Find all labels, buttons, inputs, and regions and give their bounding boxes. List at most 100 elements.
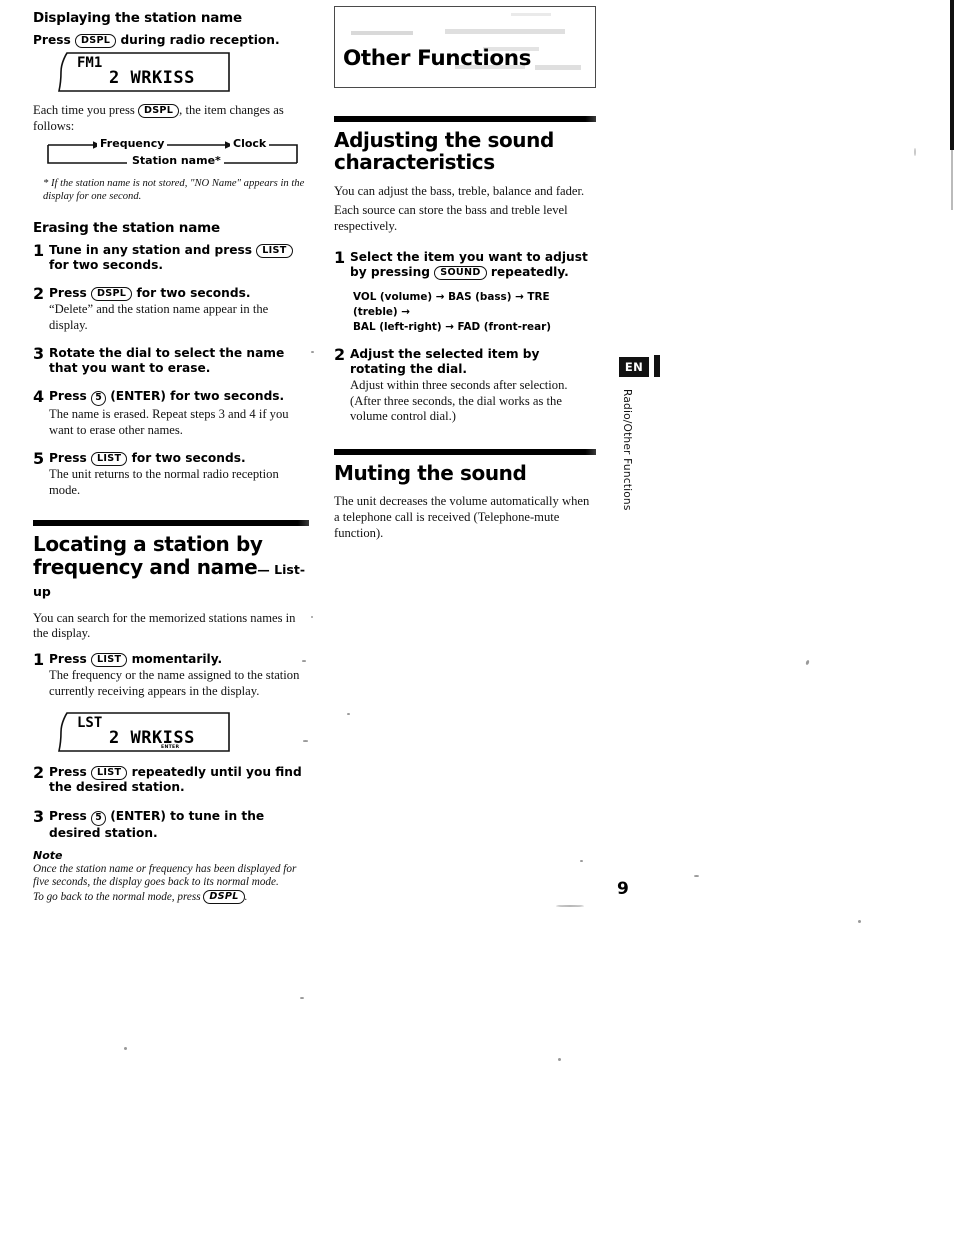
step-number: 4 [33,387,45,407]
sound-item-sequence: VOL (volume) → BAS (bass) → TRE (treble)… [353,290,596,335]
dspl-key-button[interactable]: DSPL [203,890,245,905]
step-detail: “Delete” and the station name appear in … [49,302,269,332]
step-number: 1 [33,240,45,260]
scan-speck [535,65,581,70]
scan-dust [303,740,308,742]
step-lead-pre: Press [49,765,87,780]
step-erase-3: 3 Rotate the dial to select the name tha… [33,344,309,376]
dspl-key-button[interactable]: DSPL [74,34,117,48]
lcd-display-fm1: FM1 2 WRKISS [55,52,231,93]
language-side-tab: EN Radio/Other Functions [619,355,660,511]
flow-label-frequency: Frequency [97,136,168,150]
note-heading: Note [33,848,63,862]
step-detail: The unit returns to the normal radio rec… [49,467,279,497]
instruction-press-dspl: Press DSPL during radio reception. [33,33,309,48]
step-sound-1: 1 Select the item you want to adjust by … [334,248,596,281]
step-lead-pre: Press [49,389,87,404]
step-number: 3 [33,344,45,364]
dspl-key-button[interactable]: DSPL [90,286,133,301]
step-erase-4: 4 Press 5 (ENTER) for two seconds. The n… [33,387,309,438]
lcd-mode-label: LST [77,715,103,732]
instruction-post-text: during radio reception. [120,33,280,47]
dspl-key-button-2[interactable]: DSPL [137,104,180,119]
scan-dust [311,351,314,353]
lcd-main-text: 2 WRKISS [109,68,195,89]
sound-intro-line-2: Each source can store the bass and trebl… [334,202,568,233]
scan-edge-artifact [950,0,954,150]
enter-number-key-button[interactable]: 5 [90,391,106,407]
note-line-3-post: . [244,891,248,904]
step-lead-pre: Press [49,285,87,300]
heading-line-1: Locating a station by [33,532,263,557]
manual-page: Displaying the station name Press DSPL d… [0,0,954,1233]
list-key-button[interactable]: LIST [256,243,293,258]
step-detail: Adjust within three seconds after select… [350,378,568,424]
scan-dust [124,1047,127,1050]
chapter-banner-other-functions: Other Functions [334,6,596,88]
footnote-no-name: * If the station name is not stored, "NO… [43,177,305,202]
sound-intro-line-1: You can adjust the bass, treble, balance… [334,183,585,198]
heading-erasing-station-name: Erasing the station name [33,219,220,236]
step-lead-post: for two seconds. [136,285,251,300]
muting-body-text: The unit decreases the volume automatica… [334,493,590,540]
heading-displaying-station-name: Displaying the station name [33,10,242,26]
section-divider-rule [334,448,596,455]
scan-dust [694,875,699,877]
scan-speck [351,31,413,35]
chapter-title: Other Functions [343,46,532,71]
step-number: 2 [33,763,45,783]
list-key-button[interactable]: LIST [90,766,128,781]
step-number: 2 [33,283,45,303]
scan-dust [914,148,916,156]
display-cycle-flow-diagram: Frequency Clock Station name* [45,136,303,173]
scan-dust [805,659,810,666]
scan-dust [580,860,583,862]
scan-dust [302,660,306,662]
heading-adjusting-sound: Adjusting the sound characteristics [334,129,596,174]
lcd-band-label: FM1 [77,55,103,72]
heading-line-2: frequency and name [33,554,258,579]
step-lead-pre: Adjust the selected item by rotating the… [350,346,540,376]
list-key-button[interactable]: LIST [90,653,128,668]
scan-speck [511,13,551,16]
step-number: 2 [334,344,346,364]
locating-intro-text: You can search for the memorized station… [33,610,296,641]
step-lead-pre: Press [49,451,87,466]
step-detail: The frequency or the name assigned to th… [49,668,300,698]
note-line-3-pre: To go back to the normal mode, press [33,891,201,904]
step-lead-pre: Tune in any station and press [49,242,252,257]
scan-dust [347,713,350,715]
scan-dust [300,997,304,999]
list-key-button[interactable]: LIST [90,452,128,467]
step-lead-post: repeatedly. [490,265,569,280]
step-lead-pre: Rotate the dial to select the name that … [49,346,285,376]
step-locate-3: 3 Press 5 (ENTER) to tune in the desired… [33,808,309,841]
flow-label-station-name: Station name* [129,153,224,167]
step-lead-post: for two seconds. [49,257,164,272]
cycle-pre-text: Each time you press [33,103,135,118]
step-lead-post: momentarily. [131,652,223,667]
lcd-main-text: 2 WRKISS [109,728,195,749]
scan-dust [556,905,584,907]
step-erase-2: 2 Press DSPL for two seconds. “Delete” a… [33,283,309,333]
tab-notch [654,355,660,377]
step-detail: The name is erased. Repeat steps 3 and 4… [49,407,289,437]
page-number: 9 [617,879,629,899]
right-column: Other Functions Adjusting the sound char… [334,6,596,552]
sound-key-button[interactable]: SOUND [434,266,487,281]
lcd-display-lst: LST 2 WRKISS ENTER [55,712,231,753]
step-lead-post: for two seconds. [131,451,246,466]
step-number: 1 [334,248,346,268]
step-number: 5 [33,449,45,469]
sequence-line-1: VOL (volume) → BAS (bass) → TRE (treble)… [353,290,550,318]
sequence-line-2: BAL (left-right) → FAD (front-rear) [353,320,551,333]
enter-number-key-button[interactable]: 5 [90,810,106,826]
step-locate-1: 1 Press LIST momentarily. The frequency … [33,651,309,699]
heading-line-2: characteristics [334,150,495,175]
step-erase-5: 5 Press LIST for two seconds. The unit r… [33,449,309,498]
step-lead-post: repeatedly until you find the desired st… [49,765,302,795]
flow-label-clock: Clock [230,136,270,150]
heading-line-1: Adjusting the sound [334,128,554,152]
step-lead-post: (ENTER) for two seconds. [110,389,285,404]
scan-speck [445,29,565,34]
